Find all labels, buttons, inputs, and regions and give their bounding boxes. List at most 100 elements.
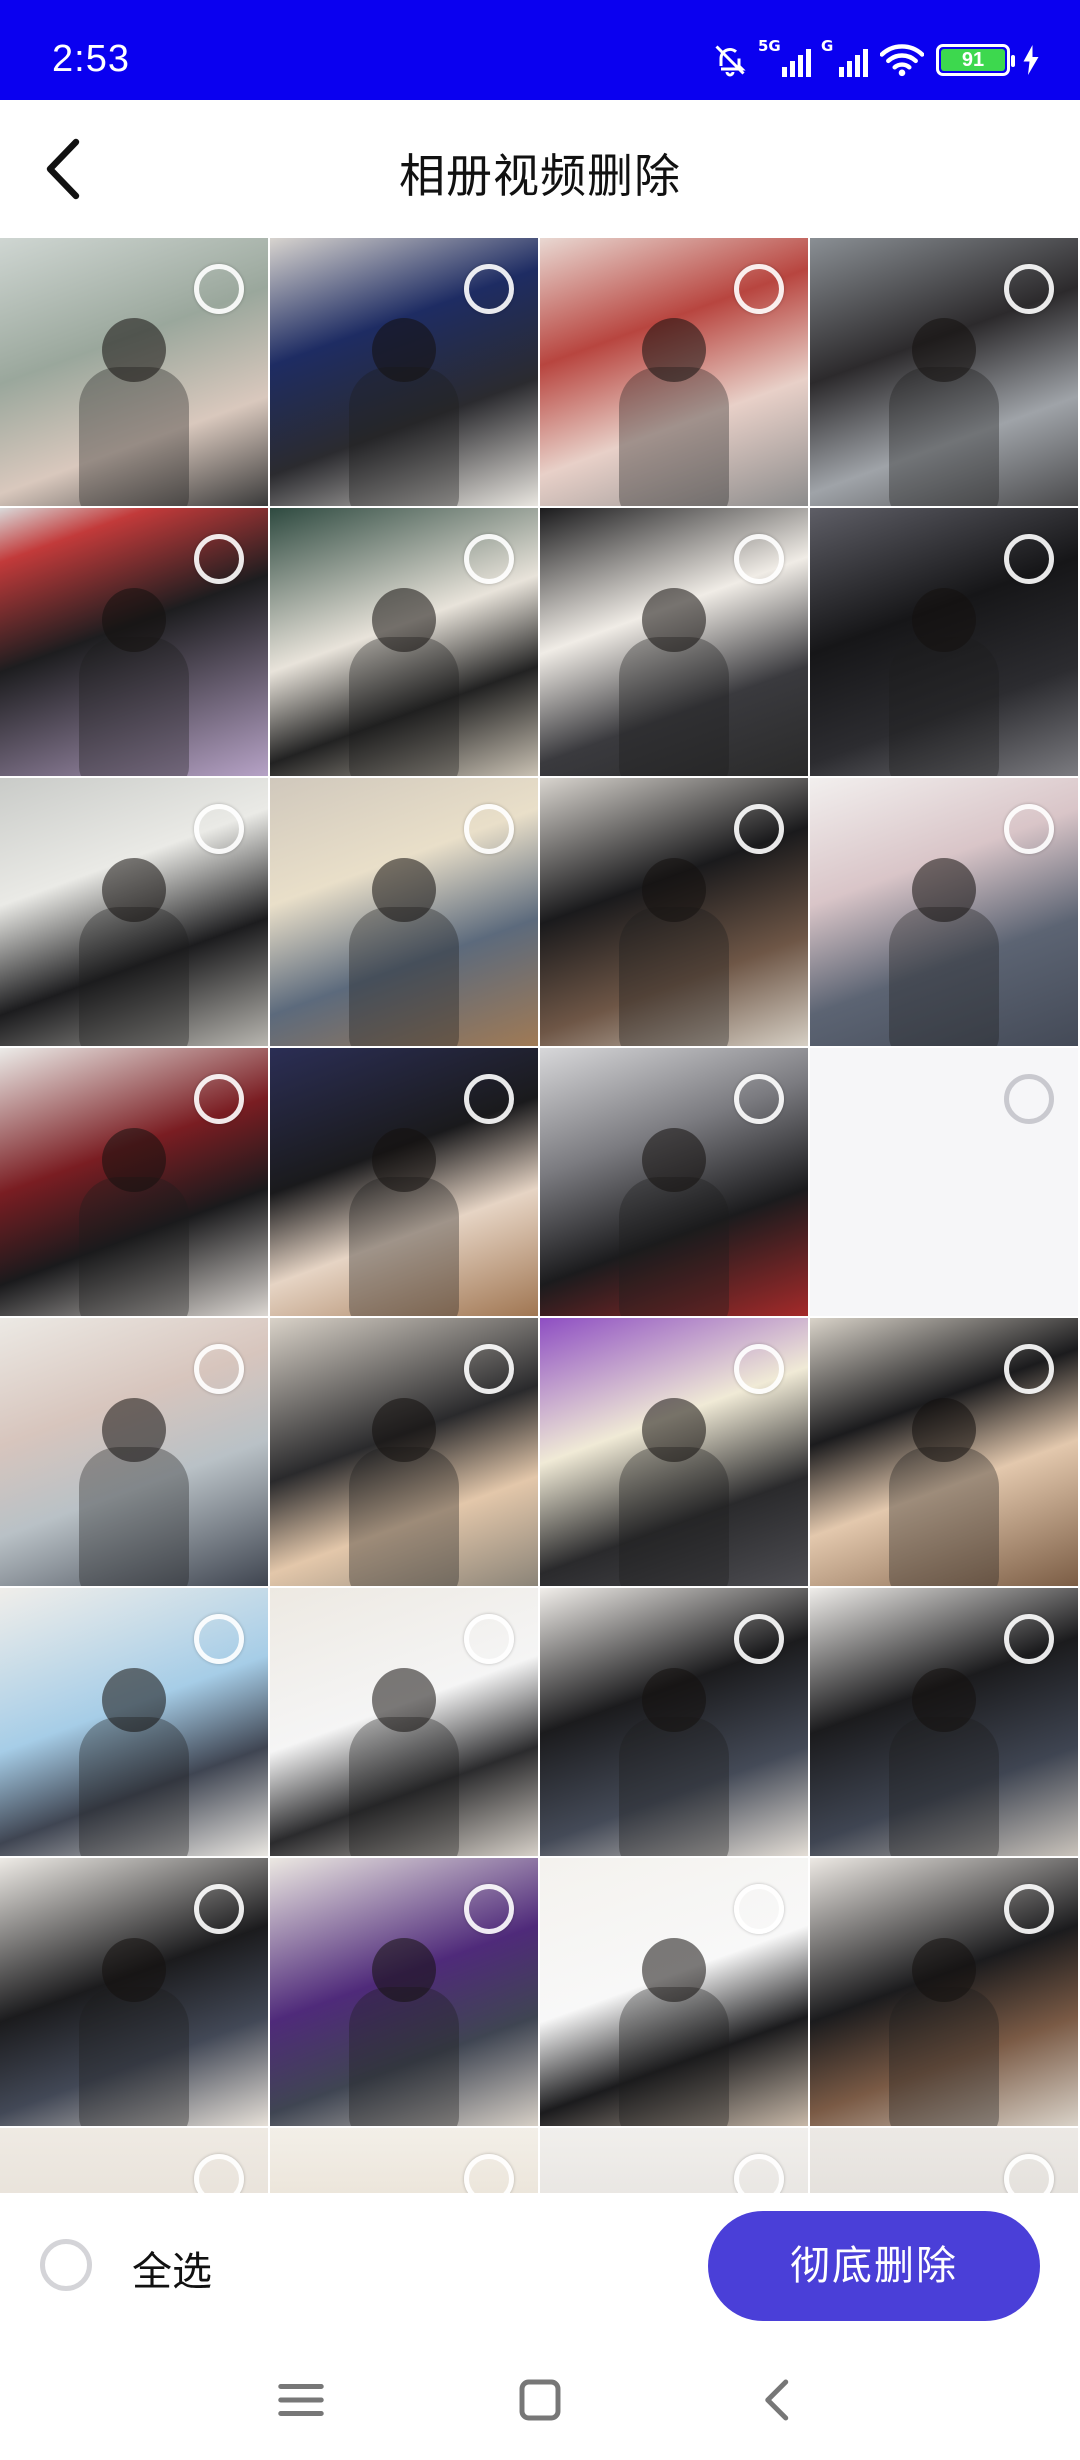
thumbnail-figure-body xyxy=(349,1446,459,1586)
select-circle-icon[interactable] xyxy=(194,2154,244,2193)
media-thumbnail[interactable] xyxy=(0,238,268,506)
media-thumbnail[interactable] xyxy=(270,508,538,776)
media-thumbnail[interactable] xyxy=(0,778,268,1046)
media-thumbnail[interactable] xyxy=(810,238,1078,506)
thumbnail-figure-body xyxy=(349,1986,459,2126)
select-circle-icon[interactable] xyxy=(194,1074,244,1124)
select-circle-icon[interactable] xyxy=(194,1884,244,1934)
menu-icon[interactable] xyxy=(274,2373,328,2427)
thumbnail-figure-body xyxy=(349,1176,459,1316)
select-all-label[interactable]: 全选 xyxy=(132,2239,212,2297)
thumbnail-figure-body xyxy=(79,1446,189,1586)
media-thumbnail[interactable] xyxy=(0,1048,268,1316)
thumbnail-figure-head xyxy=(642,318,706,383)
thumbnail-figure-head xyxy=(372,1398,436,1463)
media-thumbnail[interactable] xyxy=(810,1588,1078,1856)
select-circle-icon[interactable] xyxy=(734,1884,784,1934)
select-circle-icon[interactable] xyxy=(734,1614,784,1664)
select-circle-icon[interactable] xyxy=(1004,264,1054,314)
wifi-icon xyxy=(880,44,924,77)
select-circle-icon[interactable] xyxy=(464,2154,514,2193)
media-thumbnail[interactable] xyxy=(540,238,808,506)
select-circle-icon[interactable] xyxy=(1004,1614,1054,1664)
permanent-delete-button[interactable]: 彻底删除 xyxy=(708,2211,1040,2321)
select-circle-icon[interactable] xyxy=(464,534,514,584)
home-square-icon[interactable] xyxy=(513,2373,567,2427)
media-thumbnail[interactable] xyxy=(0,508,268,776)
select-circle-icon[interactable] xyxy=(734,534,784,584)
thumbnail-figure-body xyxy=(889,1716,999,1856)
select-circle-icon[interactable] xyxy=(1004,2154,1054,2193)
thumbnail-figure-head xyxy=(372,1668,436,1733)
media-thumbnail[interactable] xyxy=(270,778,538,1046)
media-thumbnail[interactable] xyxy=(540,508,808,776)
select-circle-icon[interactable] xyxy=(194,804,244,854)
select-circle-icon[interactable] xyxy=(734,2154,784,2193)
media-thumbnail[interactable] xyxy=(0,1858,268,2126)
select-circle-icon[interactable] xyxy=(464,1884,514,1934)
select-circle-icon[interactable] xyxy=(1004,534,1054,584)
select-circle-icon[interactable] xyxy=(194,1344,244,1394)
media-thumbnail[interactable] xyxy=(540,778,808,1046)
thumbnail-figure-body xyxy=(619,366,729,506)
select-circle-icon[interactable] xyxy=(1004,1884,1054,1934)
media-thumbnail[interactable] xyxy=(0,2128,268,2193)
media-thumbnail[interactable] xyxy=(270,238,538,506)
media-thumbnail[interactable] xyxy=(810,778,1078,1046)
media-thumbnail[interactable] xyxy=(810,2128,1078,2193)
signal-5g-icon: 5G xyxy=(758,37,811,77)
media-thumbnail[interactable] xyxy=(270,1048,538,1316)
media-thumbnail[interactable] xyxy=(270,1318,538,1586)
thumbnail-figure-body xyxy=(619,906,729,1046)
media-thumbnail[interactable] xyxy=(540,1318,808,1586)
thumbnail-figure-body xyxy=(79,366,189,506)
select-circle-icon[interactable] xyxy=(194,264,244,314)
page-title: 相册视频删除 xyxy=(399,149,681,203)
charging-bolt-icon xyxy=(1023,45,1039,75)
media-thumbnail[interactable] xyxy=(810,1318,1078,1586)
select-circle-icon[interactable] xyxy=(1004,1074,1054,1124)
select-circle-icon[interactable] xyxy=(194,1614,244,1664)
page-header: 相册视频删除 xyxy=(0,100,1080,238)
select-circle-icon[interactable] xyxy=(1004,1344,1054,1394)
select-all-checkbox[interactable] xyxy=(40,2239,92,2291)
thumbnail-figure-head xyxy=(912,318,976,383)
media-thumbnail[interactable] xyxy=(270,1588,538,1856)
media-thumbnail[interactable] xyxy=(810,1858,1078,2126)
thumbnail-figure-head xyxy=(372,1938,436,2003)
select-circle-icon[interactable] xyxy=(464,1614,514,1664)
select-circle-icon[interactable] xyxy=(464,1344,514,1394)
media-thumbnail[interactable] xyxy=(540,2128,808,2193)
media-thumbnail[interactable] xyxy=(0,1318,268,1586)
thumbnail-figure-head xyxy=(372,1128,436,1193)
select-circle-icon[interactable] xyxy=(464,1074,514,1124)
select-circle-icon[interactable] xyxy=(464,264,514,314)
select-circle-icon[interactable] xyxy=(194,534,244,584)
thumbnail-figure-body xyxy=(349,636,459,776)
media-grid xyxy=(0,238,1080,2193)
thumbnail-figure-body xyxy=(889,906,999,1046)
media-thumbnail[interactable] xyxy=(540,1048,808,1316)
media-thumbnail[interactable] xyxy=(270,2128,538,2193)
select-circle-icon[interactable] xyxy=(1004,804,1054,854)
status-bar: 2:53 5G G 91 xyxy=(0,0,1080,100)
select-circle-icon[interactable] xyxy=(734,264,784,314)
select-circle-icon[interactable] xyxy=(464,804,514,854)
thumbnail-figure-head xyxy=(642,1398,706,1463)
media-thumbnail[interactable] xyxy=(540,1588,808,1856)
select-circle-icon[interactable] xyxy=(734,804,784,854)
thumbnail-figure-body xyxy=(79,906,189,1046)
thumbnail-figure-body xyxy=(349,366,459,506)
media-thumbnail[interactable] xyxy=(810,1048,1078,1316)
media-thumbnail[interactable] xyxy=(0,1588,268,1856)
back-chevron-icon[interactable] xyxy=(752,2373,806,2427)
media-thumbnail[interactable] xyxy=(540,1858,808,2126)
media-thumbnail[interactable] xyxy=(270,1858,538,2126)
system-nav-bar xyxy=(0,2333,1080,2460)
thumbnail-figure-head xyxy=(642,1938,706,2003)
thumbnail-figure-head xyxy=(642,1128,706,1193)
select-circle-icon[interactable] xyxy=(734,1344,784,1394)
thumbnail-figure-head xyxy=(102,318,166,383)
media-thumbnail[interactable] xyxy=(810,508,1078,776)
select-circle-icon[interactable] xyxy=(734,1074,784,1124)
